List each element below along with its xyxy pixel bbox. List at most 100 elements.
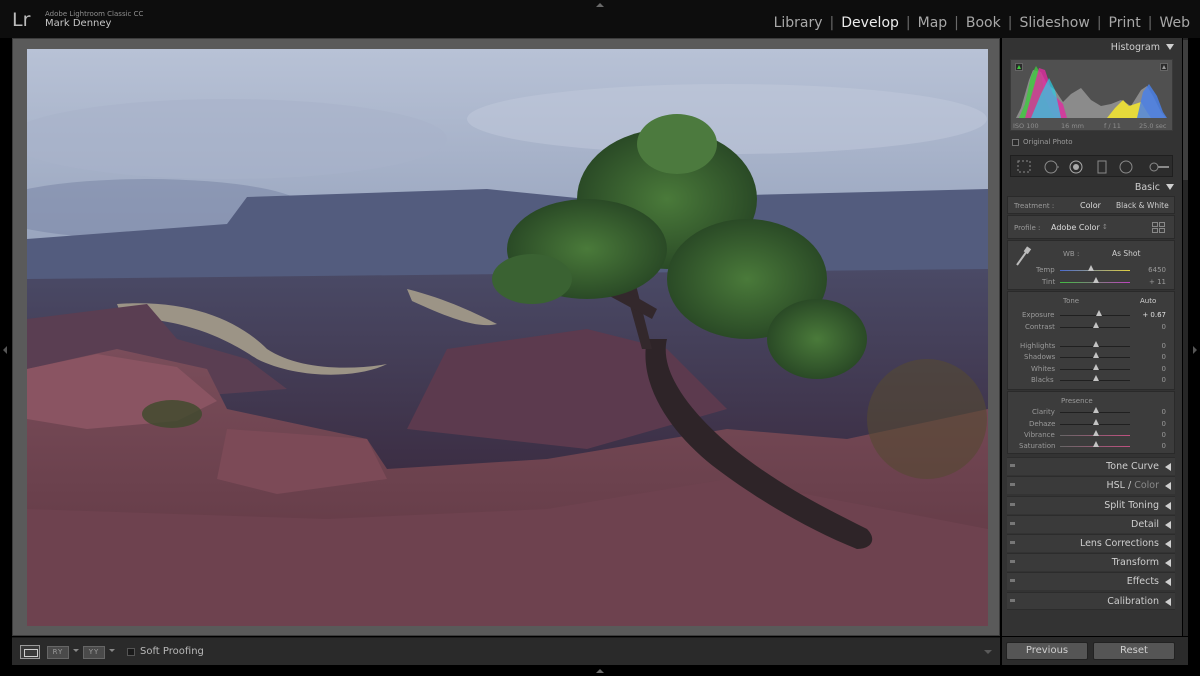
white-balance-section: WB : As Shot Temp 6450 Tint + 11 bbox=[1007, 240, 1175, 290]
auto-tone-button[interactable]: Auto bbox=[1140, 297, 1156, 305]
highlights-value[interactable]: 0 bbox=[1138, 342, 1166, 350]
panel-toggle-icon[interactable] bbox=[1010, 464, 1015, 467]
profile-dropdown[interactable]: Adobe Color bbox=[1051, 223, 1100, 232]
profile-dropdown-caret[interactable]: ↕ bbox=[1102, 223, 1108, 231]
effects-panel-header[interactable]: Effects bbox=[1007, 572, 1175, 590]
expand-arrow-icon[interactable] bbox=[1165, 502, 1171, 510]
highlights-slider-thumb[interactable] bbox=[1093, 341, 1099, 347]
lens-corrections-panel-header[interactable]: Lens Corrections bbox=[1007, 534, 1175, 552]
left-panel-toggle[interactable] bbox=[3, 346, 7, 354]
exposure-slider-track[interactable] bbox=[1060, 315, 1130, 316]
module-print[interactable]: Print bbox=[1109, 15, 1141, 31]
reset-button[interactable]: Reset bbox=[1093, 642, 1175, 660]
contrast-slider-thumb[interactable] bbox=[1093, 322, 1099, 328]
dehaze-slider-thumb[interactable] bbox=[1093, 419, 1099, 425]
hsl-title[interactable]: HSL bbox=[1106, 480, 1124, 491]
shadow-clipping-icon[interactable] bbox=[1015, 63, 1023, 71]
module-book[interactable]: Book bbox=[966, 15, 1001, 31]
chevron-down-icon[interactable] bbox=[109, 649, 115, 652]
expand-arrow-icon[interactable] bbox=[1165, 598, 1171, 606]
tint-slider-thumb[interactable] bbox=[1093, 277, 1099, 283]
panel-toggle-icon[interactable] bbox=[1010, 483, 1015, 486]
temp-value[interactable]: 6450 bbox=[1138, 266, 1166, 274]
histogram-panel-header[interactable]: Histogram bbox=[1002, 39, 1182, 56]
eyedropper-icon[interactable] bbox=[1014, 245, 1032, 267]
hsl-panel-header[interactable]: HSL / Color bbox=[1007, 476, 1175, 494]
toolbar-options-icon[interactable] bbox=[984, 650, 992, 654]
panel-toggle-icon[interactable] bbox=[1010, 541, 1015, 544]
whites-slider-thumb[interactable] bbox=[1093, 364, 1099, 370]
vibrance-value[interactable]: 0 bbox=[1138, 431, 1166, 439]
spot-removal-icon[interactable] bbox=[1043, 160, 1059, 174]
grid-icon[interactable] bbox=[1152, 222, 1166, 234]
treatment-bw-option[interactable]: Black & White bbox=[1116, 201, 1169, 210]
clarity-slider-thumb[interactable] bbox=[1093, 407, 1099, 413]
highlight-clipping-icon[interactable] bbox=[1160, 63, 1168, 71]
saturation-value[interactable]: 0 bbox=[1138, 442, 1166, 450]
panel-toggle-icon[interactable] bbox=[1010, 599, 1015, 602]
temp-slider-track[interactable] bbox=[1060, 270, 1130, 271]
exposure-slider-thumb[interactable] bbox=[1096, 310, 1102, 316]
blacks-value[interactable]: 0 bbox=[1138, 376, 1166, 384]
panel-toggle-icon[interactable] bbox=[1010, 579, 1015, 582]
saturation-slider-thumb[interactable] bbox=[1093, 441, 1099, 447]
module-web[interactable]: Web bbox=[1159, 15, 1190, 31]
filmstrip-toggle[interactable] bbox=[596, 669, 604, 673]
expand-arrow-icon[interactable] bbox=[1165, 482, 1171, 490]
before-after-ry-button[interactable]: RY bbox=[47, 646, 69, 659]
chevron-down-icon[interactable] bbox=[73, 649, 79, 652]
collapse-arrow-icon[interactable] bbox=[1166, 184, 1174, 190]
panel-toggle-icon[interactable] bbox=[1010, 560, 1015, 563]
module-map[interactable]: Map bbox=[918, 15, 948, 31]
histogram[interactable] bbox=[1010, 59, 1173, 131]
clarity-value[interactable]: 0 bbox=[1138, 408, 1166, 416]
top-panel-toggle[interactable] bbox=[596, 3, 604, 7]
soft-proofing-checkbox[interactable] bbox=[127, 648, 135, 656]
module-library[interactable]: Library bbox=[774, 15, 823, 31]
tint-value[interactable]: + 11 bbox=[1138, 278, 1166, 286]
photo-canvas[interactable] bbox=[27, 49, 988, 626]
panel-toggle-icon[interactable] bbox=[1010, 522, 1015, 525]
exposure-value[interactable]: + 0.67 bbox=[1138, 311, 1166, 319]
vibrance-slider-thumb[interactable] bbox=[1093, 430, 1099, 436]
lens-corrections-title: Lens Corrections bbox=[1079, 538, 1159, 549]
basic-panel-header[interactable]: Basic bbox=[1002, 179, 1182, 196]
collapse-arrow-icon[interactable] bbox=[1166, 44, 1174, 50]
expand-arrow-icon[interactable] bbox=[1165, 559, 1171, 567]
module-develop[interactable]: Develop bbox=[841, 15, 899, 31]
calibration-panel-header[interactable]: Calibration bbox=[1007, 592, 1175, 610]
adjustment-brush-icon[interactable] bbox=[1148, 160, 1170, 174]
transform-panel-header[interactable]: Transform bbox=[1007, 553, 1175, 571]
expand-arrow-icon[interactable] bbox=[1165, 463, 1171, 471]
shadows-slider-thumb[interactable] bbox=[1093, 352, 1099, 358]
temp-slider-thumb[interactable] bbox=[1088, 265, 1094, 271]
panel-toggle-icon[interactable] bbox=[1010, 503, 1015, 506]
tone-curve-panel-header[interactable]: Tone Curve bbox=[1007, 457, 1175, 475]
expand-arrow-icon[interactable] bbox=[1165, 540, 1171, 548]
radial-filter-icon[interactable] bbox=[1119, 160, 1133, 174]
whites-value[interactable]: 0 bbox=[1138, 365, 1166, 373]
before-after-yy-button[interactable]: YY bbox=[83, 646, 105, 659]
contrast-value[interactable]: 0 bbox=[1138, 323, 1166, 331]
scrollbar-thumb[interactable] bbox=[1183, 40, 1188, 180]
shadows-value[interactable]: 0 bbox=[1138, 353, 1166, 361]
loupe-view-icon[interactable] bbox=[20, 645, 40, 659]
treatment-color-option[interactable]: Color bbox=[1080, 201, 1101, 210]
right-panel-toggle[interactable] bbox=[1193, 346, 1197, 354]
previous-button[interactable]: Previous bbox=[1006, 642, 1088, 660]
dehaze-value[interactable]: 0 bbox=[1138, 420, 1166, 428]
graduated-filter-icon[interactable] bbox=[1097, 160, 1107, 174]
red-eye-icon[interactable] bbox=[1069, 160, 1083, 174]
presence-section: Presence Clarity 0 Dehaze 0 Vibrance 0 S… bbox=[1007, 391, 1175, 454]
right-panel-scrollbar[interactable] bbox=[1183, 38, 1188, 636]
crop-overlay-icon[interactable] bbox=[1017, 160, 1031, 173]
split-toning-panel-header[interactable]: Split Toning bbox=[1007, 496, 1175, 514]
module-slideshow[interactable]: Slideshow bbox=[1019, 15, 1089, 31]
color-title[interactable]: Color bbox=[1134, 480, 1159, 491]
expand-arrow-icon[interactable] bbox=[1165, 521, 1171, 529]
detail-panel-header[interactable]: Detail bbox=[1007, 515, 1175, 533]
original-photo-checkbox[interactable] bbox=[1012, 139, 1019, 146]
expand-arrow-icon[interactable] bbox=[1165, 578, 1171, 586]
blacks-slider-thumb[interactable] bbox=[1093, 375, 1099, 381]
wb-dropdown[interactable]: As Shot bbox=[1112, 249, 1140, 258]
